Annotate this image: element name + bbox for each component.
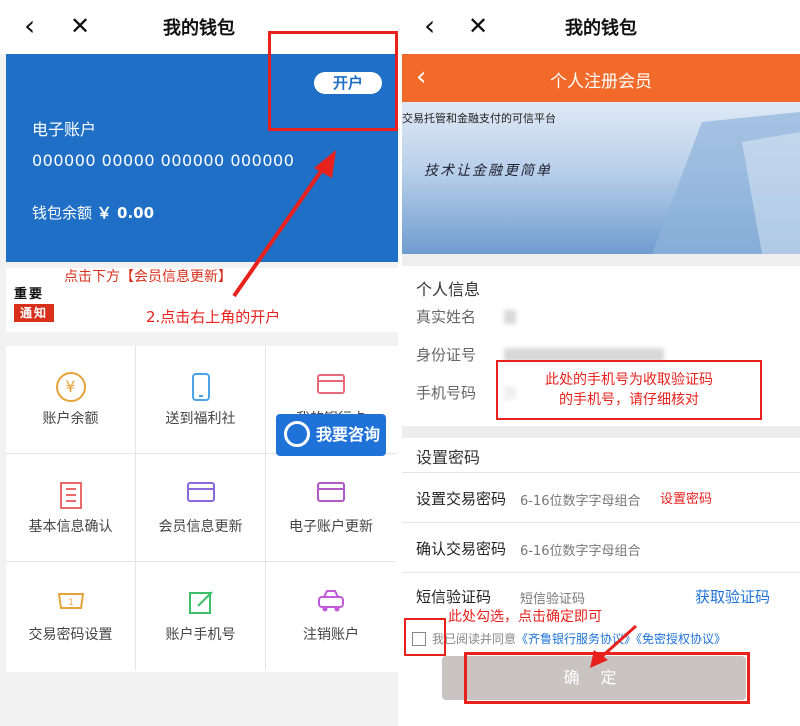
arrow-to-open-icon [232,150,336,298]
left-screen: ‹ ✕ 我的钱包 开户 电子账户 000000 00000 000000 000… [0,0,398,726]
right-screen: ‹ ✕ 我的钱包 ‹ 个人注册会员 交易托管和金融支付的可信平台 技术让金融更简… [402,0,800,726]
arrow-to-confirm-icon [590,624,638,668]
